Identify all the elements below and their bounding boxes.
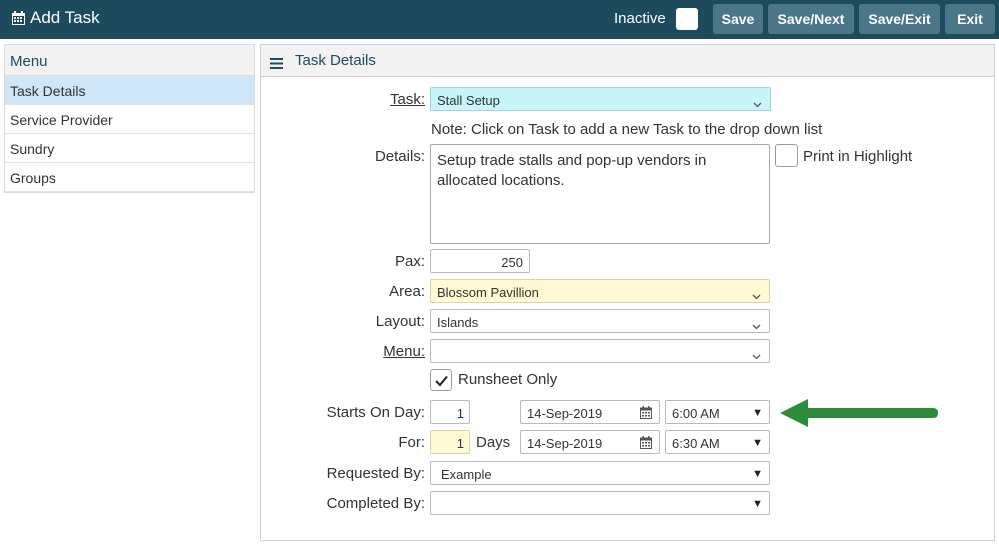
panel-header: Task Details [261, 45, 994, 77]
inactive-label: Inactive [614, 10, 666, 27]
dropdown-triangle-icon: ▼ [752, 468, 763, 480]
sidebar: Menu Task Details Service Provider Sundr… [4, 44, 255, 193]
pax-input[interactable]: 250 [430, 249, 530, 273]
chevron-down-icon [752, 348, 761, 363]
runsheet-checkbox[interactable] [430, 369, 452, 391]
pax-label: Pax: [394, 253, 425, 270]
dropdown-triangle-icon: ▼ [752, 498, 763, 510]
start-date-value: 14-Sep-2019 [527, 406, 603, 421]
chevron-down-icon [753, 96, 762, 111]
sidebar-heading: Menu [5, 45, 254, 76]
for-label: For: [398, 434, 425, 451]
start-date-input[interactable]: 14-Sep-2019 [520, 400, 660, 424]
save-button[interactable]: Save [713, 4, 763, 34]
hamburger-icon[interactable] [270, 56, 283, 73]
area-select[interactable]: Blossom Pavillion [430, 279, 770, 303]
check-icon [435, 374, 448, 392]
start-time-select[interactable]: 6:00 AM ▼ [665, 400, 770, 424]
for-days-input[interactable]: 1 [430, 430, 470, 454]
menu-select[interactable] [430, 339, 770, 363]
runsheet-label: Runsheet Only [458, 371, 558, 388]
print-highlight-checkbox[interactable] [775, 144, 798, 167]
starts-on-day-label: Starts On Day: [326, 404, 425, 421]
page-title: Add Task [11, 8, 100, 28]
save-exit-button[interactable]: Save/Exit [859, 4, 940, 34]
requested-by-select[interactable]: Example ▼ [430, 461, 770, 485]
pax-value: 250 [501, 255, 523, 270]
calendar-icon[interactable] [640, 406, 652, 422]
dropdown-triangle-icon: ▼ [752, 437, 763, 449]
task-value: Stall Setup [437, 93, 500, 108]
task-note: Note: Click on Task to add a new Task to… [431, 121, 823, 138]
details-label: Details: [374, 148, 425, 165]
days-label: Days [476, 434, 511, 451]
inactive-checkbox[interactable] [676, 8, 698, 30]
calendar-icon [11, 10, 26, 26]
top-bar: Add Task Inactive Save Save/Next Save/Ex… [0, 0, 999, 39]
completed-by-select[interactable]: ▼ [430, 491, 770, 515]
sidebar-item-groups[interactable]: Groups [5, 163, 254, 192]
area-value: Blossom Pavillion [437, 285, 539, 300]
calendar-icon[interactable] [640, 436, 652, 452]
end-time-value: 6:30 AM [672, 436, 720, 451]
chevron-down-icon [752, 288, 761, 303]
start-time-value: 6:00 AM [672, 406, 720, 421]
task-select[interactable]: Stall Setup [430, 87, 771, 111]
end-date-input[interactable]: 14-Sep-2019 [520, 430, 660, 454]
area-label: Area: [389, 283, 425, 300]
page-title-text: Add Task [30, 8, 100, 27]
details-textarea[interactable]: Setup trade stalls and pop-up vendors in… [430, 144, 770, 244]
panel-title: Task Details [295, 52, 376, 69]
layout-value: Islands [437, 315, 479, 330]
end-date-value: 14-Sep-2019 [527, 436, 603, 451]
layout-select[interactable]: Islands [430, 309, 770, 333]
sidebar-item-task-details[interactable]: Task Details [5, 76, 254, 105]
exit-button[interactable]: Exit [945, 4, 995, 34]
sidebar-item-sundry[interactable]: Sundry [5, 134, 254, 163]
requested-by-label: Requested By: [326, 465, 425, 482]
menu-label[interactable]: Menu: [245, 343, 425, 360]
task-label[interactable]: Task: [245, 91, 425, 108]
for-days-value: 1 [456, 436, 464, 451]
start-day-value: 1 [456, 406, 464, 421]
print-highlight-label: Print in Highlight [803, 148, 913, 165]
completed-by-label: Completed By: [326, 495, 425, 512]
start-day-input[interactable]: 1 [430, 400, 470, 424]
requested-by-value: Example [441, 467, 492, 482]
layout-label: Layout: [375, 313, 425, 330]
sidebar-item-service-provider[interactable]: Service Provider [5, 105, 254, 134]
end-time-select[interactable]: 6:30 AM ▼ [665, 430, 770, 454]
chevron-down-icon [752, 318, 761, 333]
arrow-left-icon [778, 397, 940, 434]
details-value: Setup trade stalls and pop-up vendors in… [437, 152, 707, 189]
save-next-button[interactable]: Save/Next [768, 4, 854, 34]
dropdown-triangle-icon: ▼ [752, 407, 763, 419]
